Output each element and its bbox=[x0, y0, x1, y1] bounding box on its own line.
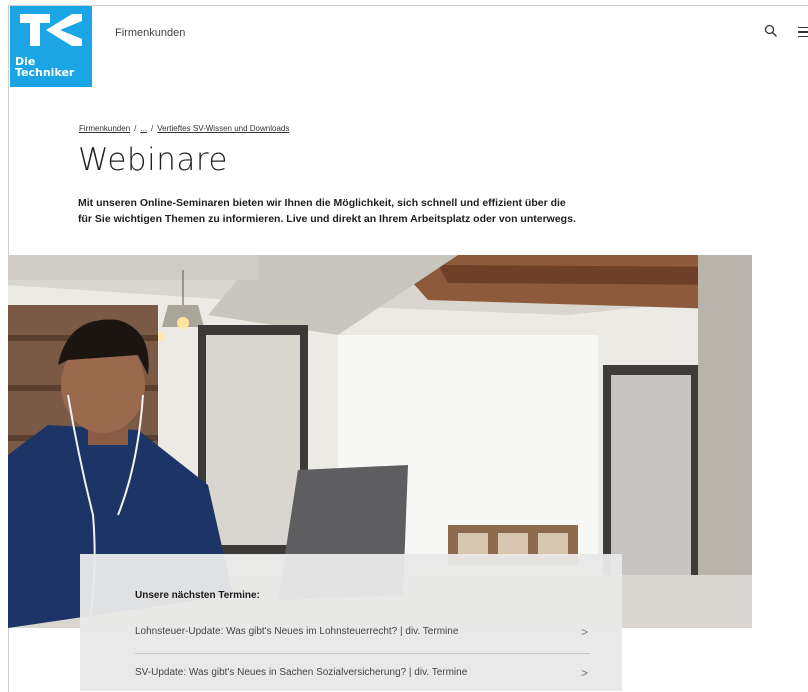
tk-logo[interactable]: Die Techniker bbox=[10, 6, 92, 87]
termin-label: Lohnsteuer-Update: Was gibt's Neues im L… bbox=[135, 626, 459, 637]
intro-text: Mit unseren Online-Seminaren bieten wir … bbox=[78, 195, 638, 227]
termine-heading: Unsere nächsten Termine: bbox=[135, 590, 260, 601]
breadcrumb-separator: / bbox=[134, 124, 137, 133]
breadcrumb-ellipsis[interactable]: ... bbox=[140, 124, 147, 133]
chevron-right-icon: > bbox=[580, 666, 588, 680]
nav-firmenkunden[interactable]: Firmenkunden bbox=[115, 27, 185, 39]
breadcrumb-sv-wissen[interactable]: Vertieftes SV-Wissen und Downloads bbox=[157, 124, 289, 133]
intro-line: Mit unseren Online-Seminaren bieten wir … bbox=[78, 197, 566, 209]
intro-line: für Sie wichtigen Themen zu informieren.… bbox=[78, 213, 576, 225]
termin-link-lohnsteuer[interactable]: Lohnsteuer-Update: Was gibt's Neues im L… bbox=[135, 622, 590, 644]
termine-box: Unsere nächsten Termine: Lohnsteuer-Upda… bbox=[80, 554, 622, 691]
page-title: Webinare bbox=[78, 142, 228, 178]
logo-text-techniker: Techniker bbox=[15, 66, 75, 79]
search-icon[interactable] bbox=[764, 24, 778, 38]
menu-icon[interactable] bbox=[798, 27, 808, 38]
divider bbox=[135, 653, 590, 654]
breadcrumb-separator: / bbox=[151, 124, 154, 133]
breadcrumb-firmenkunden[interactable]: Firmenkunden bbox=[79, 124, 130, 133]
tk-mark-icon bbox=[20, 14, 82, 46]
termin-label: SV-Update: Was gibt's Neues in Sachen So… bbox=[135, 667, 468, 678]
chevron-right-icon: > bbox=[580, 625, 588, 639]
termin-link-sv-update[interactable]: SV-Update: Was gibt's Neues in Sachen So… bbox=[135, 663, 590, 685]
breadcrumb: Firmenkunden /... / Vertieftes SV-Wissen un… bbox=[79, 124, 289, 133]
